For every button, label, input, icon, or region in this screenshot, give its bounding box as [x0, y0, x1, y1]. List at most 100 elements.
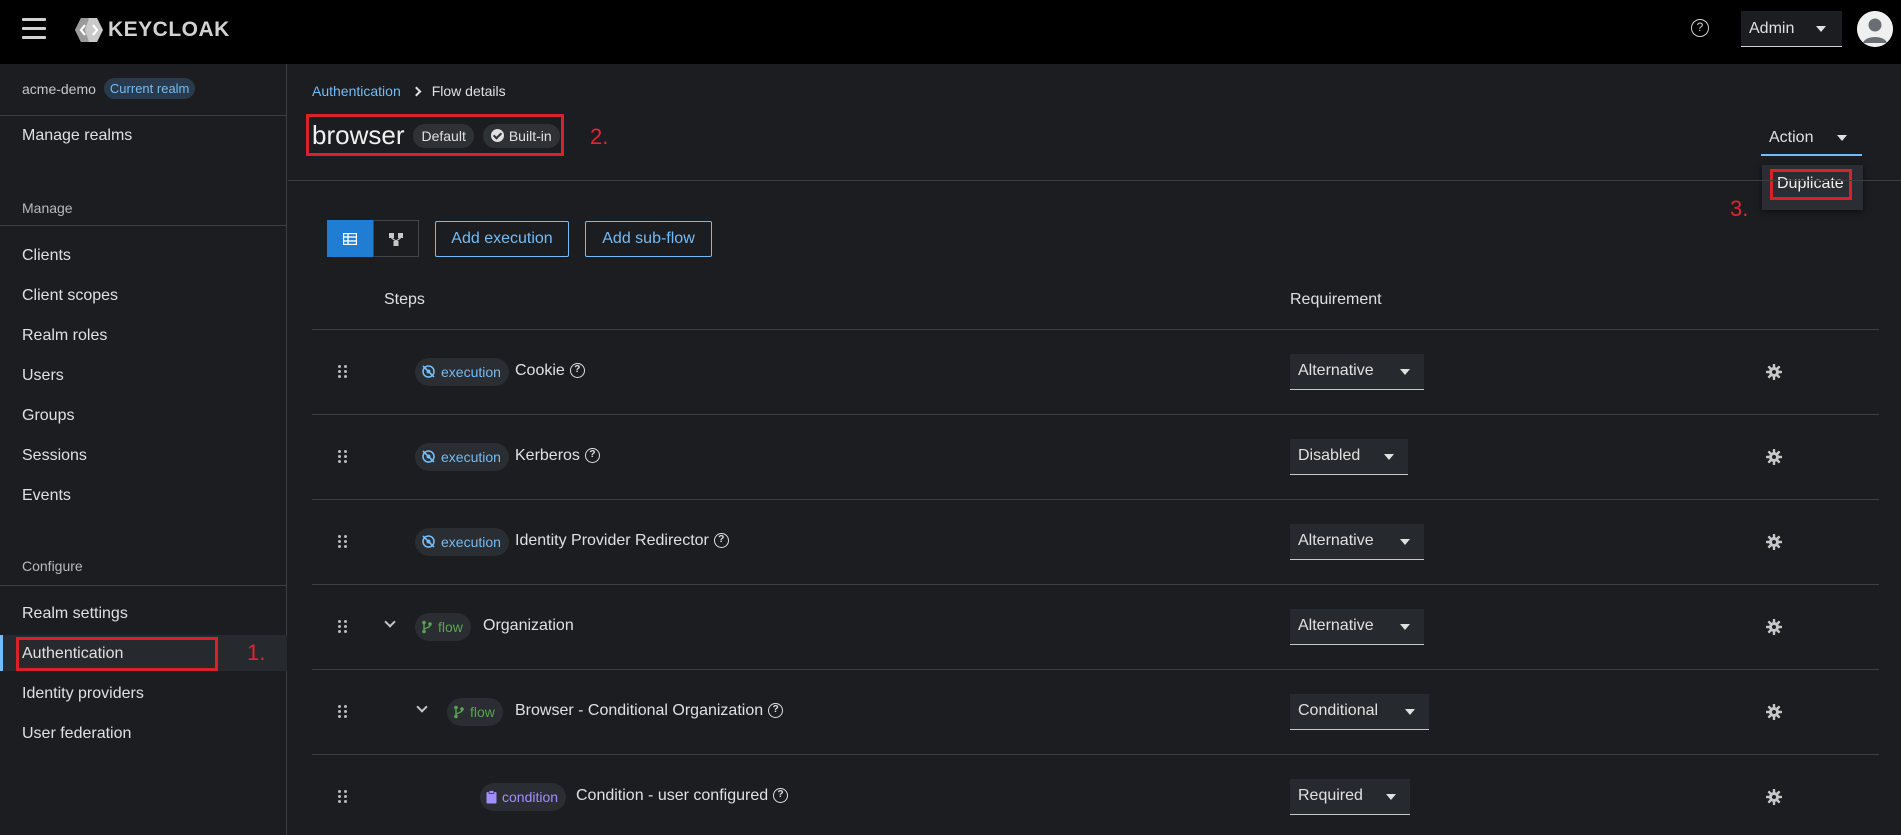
gear-icon[interactable] [1766, 618, 1782, 635]
step-name-text: Kerberos [515, 446, 580, 464]
clipboard-icon [486, 789, 497, 803]
drag-handle-icon[interactable] [338, 619, 348, 634]
help-icon[interactable]: ? [569, 363, 585, 378]
brand-text: KEYCLOAK [108, 18, 230, 41]
requirement-dropdown[interactable]: Conditional [1290, 693, 1429, 730]
execution-type-label: execution [415, 442, 509, 471]
step-name-text: Condition - user configured [576, 786, 769, 804]
column-header-steps: Steps [384, 291, 425, 308]
drag-handle-icon[interactable] [338, 364, 348, 379]
breadcrumb-current: Flow details [431, 83, 506, 99]
drag-handle-icon[interactable] [338, 534, 348, 549]
divider [312, 499, 1879, 500]
requirement-value: Alternative [1298, 532, 1374, 549]
annotation-box-2 [306, 114, 564, 156]
execution-icon [422, 450, 435, 463]
sidebar-item-manage-realms[interactable]: Manage realms [22, 127, 132, 145]
caret-down-icon [1405, 708, 1415, 715]
requirement-dropdown[interactable]: Alternative [1290, 608, 1424, 645]
step-name-text: Identity Provider Redirector [515, 531, 709, 549]
user-dropdown-label: Admin [1749, 19, 1795, 37]
sidebar-item-users[interactable]: Users [22, 367, 64, 385]
sidebar-item-groups[interactable]: Groups [22, 407, 74, 425]
gear-icon[interactable] [1766, 448, 1782, 465]
gear-icon[interactable] [1766, 363, 1782, 380]
type-label-text: condition [502, 788, 559, 805]
requirement-dropdown[interactable]: Disabled [1290, 438, 1408, 475]
masthead: KEYCLOAK ? Admin [0, 0, 1901, 64]
type-label-text: flow [438, 618, 463, 635]
drag-handle-icon[interactable] [338, 704, 348, 719]
divider [312, 754, 1879, 755]
user-dropdown[interactable]: Admin [1741, 11, 1842, 47]
caret-down-icon [1400, 368, 1410, 375]
caret-down-icon [1837, 135, 1847, 141]
gear-icon[interactable] [1766, 788, 1782, 805]
annotation-box-1 [16, 637, 218, 671]
step-name-text: Organization [483, 616, 574, 634]
requirement-dropdown[interactable]: Alternative [1290, 523, 1424, 560]
realm-selector[interactable]: acme-demo Current realm [22, 78, 196, 99]
view-toggle-group [327, 220, 419, 257]
sidebar-item-sessions[interactable]: Sessions [22, 447, 87, 465]
divider [312, 669, 1879, 670]
divider [0, 115, 287, 116]
requirement-value: Alternative [1298, 362, 1374, 379]
sidebar-item-client-scopes[interactable]: Client scopes [22, 287, 118, 305]
drag-handle-icon[interactable] [338, 449, 348, 464]
caret-down-icon [1400, 623, 1410, 630]
sidebar-item-events[interactable]: Events [22, 487, 71, 505]
sidebar-item-user-federation[interactable]: User federation [22, 725, 131, 743]
sidebar-item-clients[interactable]: Clients [22, 247, 71, 265]
condition-type-label: condition [480, 782, 567, 811]
keycloak-logo[interactable]: KEYCLOAK [74, 17, 230, 43]
step-name: Identity Provider Redirector? [515, 532, 729, 550]
step-name: Condition - user configured? [576, 786, 789, 805]
type-label-text: flow [470, 703, 495, 720]
requirement-dropdown[interactable]: Required [1290, 778, 1410, 815]
flow-type-label: flow [415, 612, 471, 641]
caret-down-icon [1816, 26, 1826, 32]
add-execution-button[interactable]: Add execution [435, 221, 569, 257]
menu-toggle-icon[interactable] [22, 18, 46, 40]
step-name: Cookie? [515, 362, 585, 380]
help-icon[interactable]: ? [1691, 19, 1709, 37]
execution-icon [422, 535, 435, 548]
gear-icon[interactable] [1766, 533, 1782, 550]
drag-handle-icon[interactable] [338, 789, 348, 804]
requirement-dropdown[interactable]: Alternative [1290, 353, 1424, 390]
requirement-value: Conditional [1298, 702, 1379, 719]
diagram-view-button[interactable] [373, 220, 419, 257]
step-name-text: Cookie [515, 361, 565, 379]
divider [312, 414, 1879, 415]
chevron-down-icon[interactable] [416, 700, 428, 713]
current-realm-badge: Current realm [103, 78, 196, 99]
column-header-requirement: Requirement [1290, 291, 1382, 308]
step-name: Browser - Conditional Organization? [515, 702, 784, 720]
annotation-label-2: 2. [590, 124, 609, 149]
sidebar-item-identity-providers[interactable]: Identity providers [22, 685, 144, 703]
divider [0, 585, 287, 586]
sidebar-item-realm-roles[interactable]: Realm roles [22, 327, 107, 345]
help-icon[interactable]: ? [768, 703, 784, 718]
table-view-button[interactable] [327, 220, 373, 257]
chevron-down-icon[interactable] [384, 615, 396, 628]
realm-name: acme-demo [22, 80, 96, 97]
step-name: Organization [483, 617, 574, 635]
annotation-label-3: 3. [1730, 196, 1749, 221]
help-icon[interactable]: ? [773, 788, 789, 803]
action-dropdown-label: Action [1769, 128, 1814, 146]
annotation-label-1: 1. [247, 640, 266, 665]
gear-icon[interactable] [1766, 703, 1782, 720]
divider [0, 225, 287, 226]
type-label-text: execution [441, 448, 501, 465]
add-subflow-button[interactable]: Add sub-flow [585, 221, 712, 257]
action-dropdown[interactable]: Action [1761, 121, 1862, 156]
help-icon[interactable]: ? [713, 533, 729, 548]
help-icon[interactable]: ? [584, 448, 600, 463]
avatar[interactable] [1857, 11, 1893, 47]
divider [288, 180, 1901, 181]
sidebar-item-realm-settings[interactable]: Realm settings [22, 605, 128, 623]
diagram-icon [389, 232, 403, 246]
breadcrumb-authentication-link[interactable]: Authentication [312, 83, 401, 99]
